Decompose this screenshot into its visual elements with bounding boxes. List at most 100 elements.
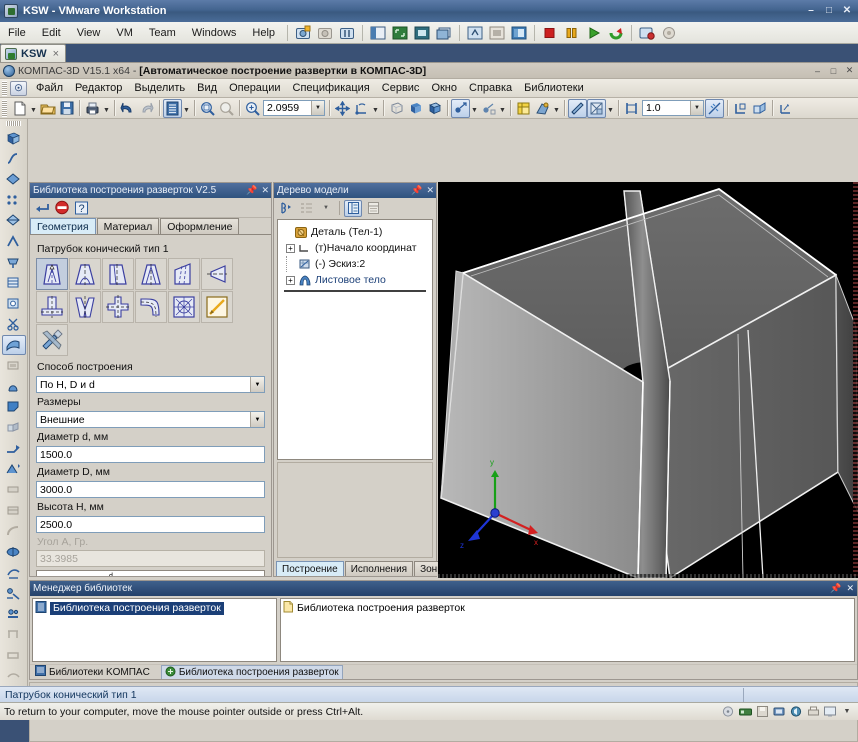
tab-material[interactable]: Материал	[96, 218, 160, 234]
show-sidebar-icon[interactable]	[368, 24, 388, 42]
settings-tools-icon[interactable]	[36, 324, 68, 356]
bend-params-icon[interactable]	[731, 99, 750, 118]
new-document-icon[interactable]	[10, 99, 29, 118]
tree-structure-icon[interactable]	[297, 200, 315, 217]
unity-icon[interactable]	[412, 24, 432, 42]
chevron-down-icon[interactable]: ▼	[371, 99, 380, 118]
minimize-icon[interactable]: –	[803, 3, 819, 17]
expander-plus-icon[interactable]: +	[286, 243, 295, 253]
kompas-menu-libraries[interactable]: Библиотеки	[518, 80, 590, 96]
rib-icon[interactable]	[2, 376, 26, 397]
kompas-menu-help[interactable]: Справка	[463, 80, 518, 96]
library-manager-tree[interactable]: Библиотека построения разверток	[32, 598, 277, 662]
chevron-down-icon[interactable]: ▼	[498, 99, 507, 118]
thumbnail-view-icon[interactable]	[487, 24, 507, 42]
chevron-down-icon[interactable]: ▼	[552, 99, 561, 118]
vm-tab-ksw[interactable]: KSW ×	[0, 44, 67, 62]
chevron-down-icon[interactable]: ▼	[840, 705, 854, 718]
zoom-window-icon[interactable]	[198, 99, 217, 118]
close-icon[interactable]: ✕	[261, 185, 269, 196]
library-manager-tree-item[interactable]: Библиотека построения разверток	[35, 600, 274, 615]
library-manager-list-item[interactable]: Библиотека построения разверток	[283, 600, 852, 615]
tree-node-sketch[interactable]: (-) Эскиз:2	[280, 256, 430, 272]
kompas-menu-operations[interactable]: Операции	[223, 80, 286, 96]
toolbar-grip[interactable]	[2, 80, 7, 96]
tab-geometry[interactable]: Геометрия	[30, 218, 96, 234]
vmware-menu-windows[interactable]: Windows	[184, 25, 245, 41]
library-manager-icon[interactable]	[163, 98, 182, 118]
redo-arrow-icon[interactable]	[137, 99, 156, 118]
height-H-input[interactable]: 2500.0	[36, 516, 265, 533]
fold-icon[interactable]	[2, 397, 26, 418]
sizes-select[interactable]: Внешние ▼	[36, 411, 265, 428]
power-off-icon[interactable]	[540, 24, 560, 42]
vmware-menu-file[interactable]: File	[0, 25, 34, 41]
toolbar-grip[interactable]	[2, 99, 7, 117]
tree-node-origin[interactable]: + (т)Начало координат	[280, 240, 430, 256]
save-icon[interactable]	[57, 99, 76, 118]
tree-list-icon[interactable]	[344, 199, 362, 217]
bend-line-icon[interactable]	[2, 149, 26, 170]
thickness-combo[interactable]: 1.0 ▼	[642, 100, 704, 116]
cone-nozzle-type1-icon[interactable]	[36, 258, 68, 290]
cone-nozzle-type3-icon[interactable]	[102, 258, 134, 290]
snap-icon[interactable]	[705, 98, 724, 118]
draw-pencil-icon[interactable]	[201, 291, 233, 323]
close-icon[interactable]: ✕	[839, 3, 855, 17]
cone-nozzle-type4-icon[interactable]	[135, 258, 167, 290]
tab-construction[interactable]: Построение	[276, 561, 344, 576]
plate-icon[interactable]	[2, 479, 26, 500]
diameter-d-input[interactable]: 1500.0	[36, 446, 265, 463]
split-icon[interactable]	[2, 562, 26, 583]
library-manager-list[interactable]: Библиотека построения разверток	[280, 598, 855, 662]
undo-arrow-icon[interactable]	[118, 99, 137, 118]
closed-corner-icon[interactable]	[2, 231, 26, 252]
fullscreen-icon[interactable]	[390, 24, 410, 42]
combine-icon[interactable]	[2, 541, 26, 562]
vmware-menu-help[interactable]: Help	[244, 25, 283, 41]
sound-icon[interactable]	[789, 705, 803, 718]
tab-executions[interactable]: Исполнения	[344, 561, 414, 576]
quick-switch-icon[interactable]	[434, 24, 454, 42]
chevron-down-icon[interactable]: ▼	[182, 99, 191, 118]
tree-show-icon[interactable]	[277, 200, 295, 217]
cone-nozzle-type2-icon[interactable]	[69, 258, 101, 290]
snapshot-revert-icon[interactable]	[315, 24, 335, 42]
kompas-menu-service[interactable]: Сервис	[376, 80, 426, 96]
kompas-menu-file[interactable]: Файл	[30, 80, 69, 96]
zoom-scale-combo[interactable]: 2.0959 ▼	[263, 100, 325, 116]
wireframe-icon[interactable]	[387, 99, 406, 118]
viewport-vertical-scrollbar[interactable]	[853, 182, 858, 578]
sketch-icon[interactable]	[568, 98, 587, 118]
array-icon[interactable]	[2, 665, 26, 686]
section-icon[interactable]	[514, 99, 533, 118]
disk-icon[interactable]	[721, 705, 735, 718]
hole-icon[interactable]	[2, 293, 26, 314]
tree-node-part[interactable]: Деталь (Тел-1)	[280, 224, 430, 240]
chevron-down-icon[interactable]: ▼	[250, 377, 264, 392]
diameter-D-input[interactable]: 3000.0	[36, 481, 265, 498]
pan-move-icon[interactable]	[333, 99, 352, 118]
sheet-body-icon[interactable]	[2, 128, 26, 149]
shaded-icon[interactable]	[406, 99, 425, 118]
tab-formatting[interactable]: Оформление	[160, 218, 240, 234]
close-icon[interactable]: ×	[51, 48, 61, 60]
toolbar-grip[interactable]	[6, 121, 21, 126]
properties-icon[interactable]	[2, 603, 26, 624]
pants-transition-icon[interactable]	[69, 291, 101, 323]
tab-kompas-libraries[interactable]: Библиотеки KOMПAC	[32, 665, 153, 679]
unfold-icon[interactable]	[750, 99, 769, 118]
minimize-icon[interactable]: –	[811, 65, 824, 76]
restore-icon[interactable]: □	[827, 65, 840, 76]
add-light-icon[interactable]	[479, 99, 498, 118]
pin-icon[interactable]: 📌	[411, 185, 422, 196]
louver-icon[interactable]	[2, 273, 26, 294]
vm-settings-icon[interactable]	[637, 24, 657, 42]
tee-branch-icon[interactable]	[36, 291, 68, 323]
pin-icon[interactable]: 📌	[246, 185, 257, 196]
model-tree-content[interactable]: Деталь (Тел-1) + (т)Начало координат (-)…	[277, 219, 433, 460]
cut-icon[interactable]	[2, 314, 26, 335]
chevron-down-icon[interactable]: ▼	[102, 99, 111, 118]
chevron-down-icon[interactable]: ▼	[690, 101, 703, 115]
method-select[interactable]: По H, D и d ▼	[36, 376, 265, 393]
